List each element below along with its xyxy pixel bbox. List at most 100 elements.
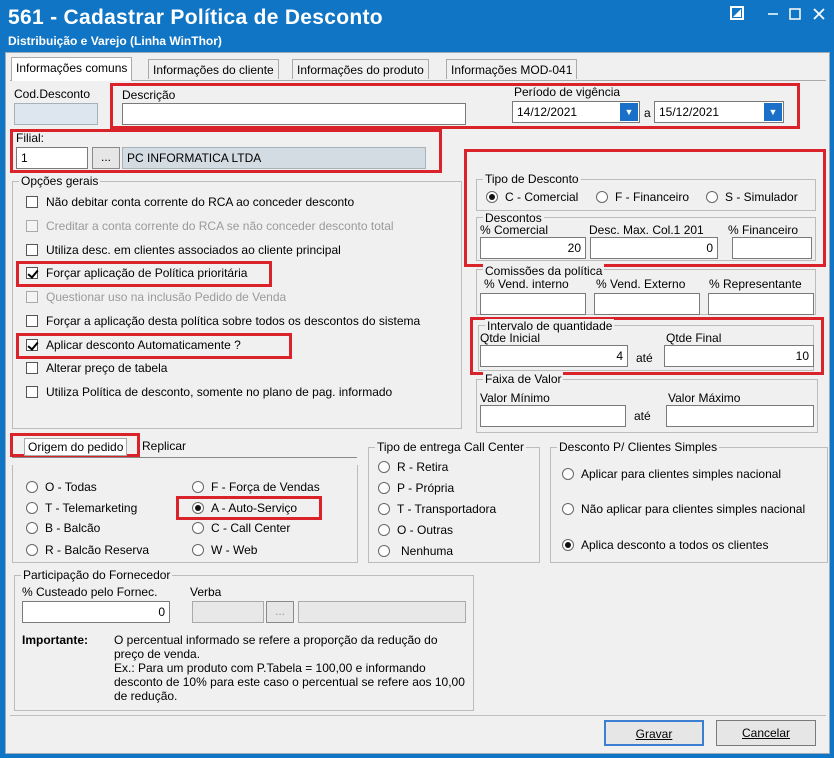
tab-informacoes-produto[interactable]: Informações do produto xyxy=(292,59,429,79)
radio-origem-telemarketing[interactable]: T - Telemarketing xyxy=(26,501,137,515)
radio-dot[interactable] xyxy=(26,544,38,556)
radio-origem-balcao-reserva[interactable]: R - Balcão Reserva xyxy=(26,543,149,557)
desc-max-field[interactable]: 0 xyxy=(590,237,718,259)
checkbox-box[interactable] xyxy=(26,267,38,279)
radio-dot[interactable] xyxy=(26,481,38,493)
tab-origem-pedido[interactable]: Origem do pedido xyxy=(24,438,128,456)
cancelar-button[interactable]: Cancelar xyxy=(716,720,816,746)
periodo-separator: a xyxy=(644,106,651,120)
checkbox-box[interactable] xyxy=(26,386,38,398)
custeado-field[interactable]: 0 xyxy=(22,601,170,623)
checkbox-box[interactable] xyxy=(26,315,38,327)
radio-simples-aplicar[interactable]: Aplicar para clientes simples nacional xyxy=(562,467,781,481)
checkbox-box[interactable] xyxy=(26,339,38,351)
radio-origem-auto-servico[interactable]: A - Auto-Serviço xyxy=(192,501,297,515)
radio-financeiro[interactable]: F - Financeiro xyxy=(596,190,689,204)
gravar-button[interactable]: Gravar xyxy=(604,720,704,746)
radio-label: T - Transportadora xyxy=(397,502,497,516)
radio-dot[interactable] xyxy=(562,539,574,551)
data-inicio-field[interactable]: 14/12/2021 ▼ xyxy=(512,101,640,123)
radio-origem-balcao[interactable]: B - Balcão xyxy=(26,521,100,535)
filial-browse-button[interactable]: ... xyxy=(92,147,120,169)
radio-dot[interactable] xyxy=(192,522,204,534)
close-icon[interactable] xyxy=(806,4,832,26)
radio-simples-todos[interactable]: Aplica desconto a todos os clientes xyxy=(562,538,768,552)
financeiro-field[interactable] xyxy=(732,237,812,259)
radio-simulador[interactable]: S - Simulador xyxy=(706,190,798,204)
checkbox-forcar-prioritaria[interactable]: Forçar aplicação de Política prioritária xyxy=(26,266,247,280)
filial-code-field[interactable]: 1 xyxy=(16,147,88,169)
radio-label: R - Balcão Reserva xyxy=(45,543,150,557)
radio-dot[interactable] xyxy=(26,502,38,514)
verba-label: Verba xyxy=(190,585,222,599)
restore-icon[interactable] xyxy=(724,4,750,26)
window-title: 561 - Cadastrar Política de Desconto xyxy=(8,6,383,29)
radio-dot[interactable] xyxy=(378,503,390,515)
radio-origem-todas[interactable]: O - Todas xyxy=(26,480,97,494)
qtde-final-label: Qtde Final xyxy=(666,331,722,345)
app-window: 561 - Cadastrar Política de Desconto Dis… xyxy=(0,0,834,758)
descricao-label: Descrição xyxy=(122,88,176,102)
checkbox-label: Não debitar conta corrente do RCA ao con… xyxy=(46,195,355,209)
importante-text: O percentual informado se refere a propo… xyxy=(114,633,438,661)
cod-desconto-field[interactable] xyxy=(14,103,98,125)
radio-dot[interactable] xyxy=(26,522,38,534)
radio-entrega-nenhuma[interactable]: Nenhuma xyxy=(378,544,453,558)
valor-maximo-label: Valor Máximo xyxy=(668,391,741,405)
representante-field[interactable] xyxy=(708,293,814,315)
tab-informacoes-mod041[interactable]: Informações MOD-041 xyxy=(446,59,578,79)
radio-dot[interactable] xyxy=(378,482,390,494)
radio-origem-forca-vendas[interactable]: F - Força de Vendas xyxy=(192,480,320,494)
checkbox-clientes-associados[interactable]: Utiliza desc. em clientes associados ao … xyxy=(26,243,341,257)
checkbox-box xyxy=(26,220,38,232)
radio-origem-web[interactable]: W - Web xyxy=(192,543,257,557)
chevron-down-icon[interactable]: ▼ xyxy=(620,103,638,121)
radio-dot[interactable] xyxy=(192,502,204,514)
radio-dot[interactable] xyxy=(378,524,390,536)
tab-replicar[interactable]: Replicar xyxy=(142,439,186,453)
data-fim-field[interactable]: 15/12/2021 ▼ xyxy=(654,101,784,123)
checkbox-box xyxy=(26,291,38,303)
radio-comercial[interactable]: C - Comercial xyxy=(486,190,578,204)
radio-origem-call-center[interactable]: C - Call Center xyxy=(192,521,290,535)
valor-minimo-field[interactable] xyxy=(480,405,626,427)
checkbox-creditar: Creditar a conta corrente do RCA se não … xyxy=(26,219,394,233)
tab-informacoes-cliente[interactable]: Informações do cliente xyxy=(148,59,279,79)
checkbox-forcar-todos[interactable]: Forçar a aplicação desta política sobre … xyxy=(26,314,420,328)
checkbox-aplicar-automatico[interactable]: Aplicar desconto Automaticamente ? xyxy=(26,338,241,352)
vend-externo-field[interactable] xyxy=(594,293,700,315)
tab-informacoes-comuns[interactable]: Informações comuns xyxy=(11,57,133,81)
verba-name-field xyxy=(298,601,466,623)
vend-interno-field[interactable] xyxy=(480,293,586,315)
radio-dot[interactable] xyxy=(562,468,574,480)
checkbox-box[interactable] xyxy=(26,196,38,208)
radio-simples-nao-aplicar[interactable]: Não aplicar para clientes simples nacion… xyxy=(562,502,805,516)
checkbox-alterar-preco[interactable]: Alterar preço de tabela xyxy=(26,361,167,375)
form-body: Informações comuns Informações do client… xyxy=(5,52,830,754)
radio-dot[interactable] xyxy=(192,544,204,556)
radio-dot[interactable] xyxy=(486,191,498,203)
chevron-down-icon[interactable]: ▼ xyxy=(764,103,782,121)
valor-maximo-field[interactable] xyxy=(666,405,814,427)
radio-entrega-transportadora[interactable]: T - Transportadora xyxy=(378,502,496,516)
radio-dot[interactable] xyxy=(192,481,204,493)
checkbox-label: Utiliza desc. em clientes associados ao … xyxy=(46,243,341,257)
descricao-field[interactable] xyxy=(122,103,466,125)
radio-entrega-retira[interactable]: R - Retira xyxy=(378,460,448,474)
qtde-inicial-field[interactable]: 4 xyxy=(480,345,628,367)
comercial-field[interactable]: 20 xyxy=(480,237,586,259)
radio-dot[interactable] xyxy=(706,191,718,203)
checkbox-box[interactable] xyxy=(26,362,38,374)
qtde-final-field[interactable]: 10 xyxy=(664,345,814,367)
maximize-icon[interactable] xyxy=(782,4,808,26)
radio-dot[interactable] xyxy=(562,503,574,515)
checkbox-box[interactable] xyxy=(26,244,38,256)
radio-entrega-propria[interactable]: P - Própria xyxy=(378,481,454,495)
radio-dot[interactable] xyxy=(596,191,608,203)
checkbox-nao-debitar[interactable]: Não debitar conta corrente do RCA ao con… xyxy=(26,195,354,209)
radio-entrega-outras[interactable]: O - Outras xyxy=(378,523,453,537)
representante-label: % Representante xyxy=(709,277,802,291)
radio-dot[interactable] xyxy=(378,545,390,557)
radio-dot[interactable] xyxy=(378,461,390,473)
checkbox-plano-pagamento[interactable]: Utiliza Política de desconto, somente no… xyxy=(26,385,392,399)
